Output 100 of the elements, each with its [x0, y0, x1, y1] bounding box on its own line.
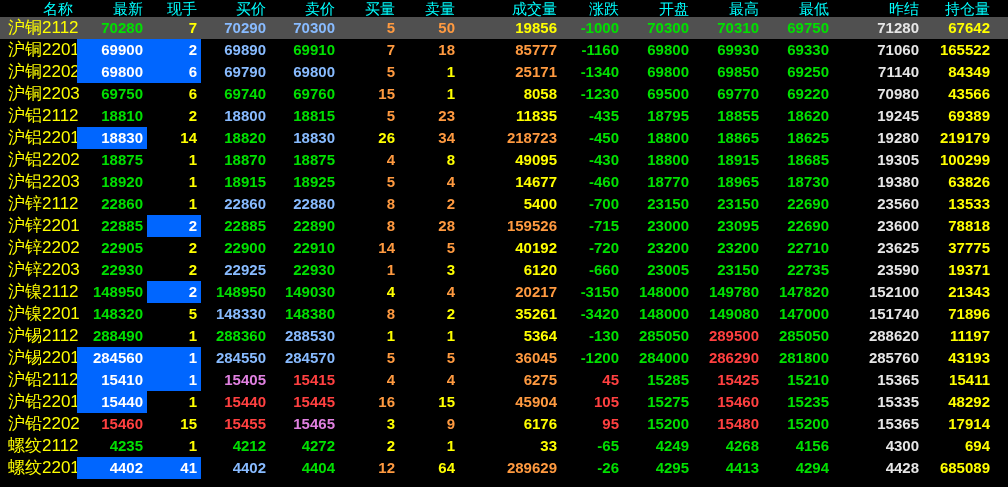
table-cell-text: 1	[187, 172, 198, 192]
column-header[interactable]: 最高	[693, 0, 763, 17]
table-cell-text: 4	[385, 150, 396, 170]
table-cell-text: 15460	[100, 414, 144, 434]
table-cell-text: 15335	[876, 392, 920, 412]
table-cell-text: 69910	[292, 40, 336, 60]
table-cell-text: 22890	[292, 216, 336, 236]
table-cell-text: 70290	[223, 18, 267, 38]
table-cell-text: 5	[385, 172, 396, 192]
table-cell-text: 5	[445, 238, 456, 258]
table-cell-text: 15365	[876, 414, 920, 434]
table-cell-text: 5	[187, 304, 198, 324]
table-cell: 15410	[77, 369, 147, 391]
table-cell-text: -450	[587, 128, 620, 148]
table-cell-text: 4300	[884, 436, 920, 456]
table-cell: 15440	[77, 391, 147, 413]
table-cell-text: 281800	[777, 348, 830, 368]
table-cell-text: 18830	[292, 128, 336, 148]
table-cell: 2	[147, 39, 201, 61]
column-header[interactable]: 卖量	[399, 0, 459, 17]
table-cell-text: 36045	[514, 348, 558, 368]
table-cell-text: 5364	[522, 326, 558, 346]
column-header[interactable]: 涨跌	[561, 0, 623, 17]
column-header[interactable]: 名称	[0, 0, 77, 17]
table-cell-text: 22930	[100, 260, 144, 280]
table-cell-text: 4235	[108, 436, 144, 456]
column-header[interactable]: 买价	[201, 0, 270, 17]
table-cell-text: 5	[385, 62, 396, 82]
table-cell-text: 5400	[522, 194, 558, 214]
contract-name: 沪铝2201	[7, 127, 77, 149]
table-cell-text: -130	[587, 326, 620, 346]
table-cell-text: 148950	[214, 282, 267, 302]
table-cell-text: 22690	[786, 194, 830, 214]
table-row[interactable]: 沪铜2112 70280 7 70290 70300 5 50 19856 -1000 70300 70310 69750 71280 67642	[0, 17, 1008, 39]
table-cell-text: 69850	[716, 62, 760, 82]
table-cell-text: 4	[445, 282, 456, 302]
table-cell-text: 18810	[100, 106, 144, 126]
table-cell-text: 685089	[938, 458, 991, 478]
contract-name: 沪铝2202	[7, 149, 77, 171]
table-cell-text: 23005	[646, 260, 690, 280]
table-cell-text: 71896	[947, 304, 991, 324]
table-cell-text: 23625	[876, 238, 920, 258]
table-cell-text: 70300	[646, 18, 690, 38]
contract-name: 沪镍2201	[7, 303, 77, 325]
table-cell-text: 95	[601, 414, 620, 434]
table-cell-text: 149080	[707, 304, 760, 324]
table-cell-text: 284000	[637, 348, 690, 368]
table-cell-text: 284550	[214, 348, 267, 368]
table-cell-text: 69770	[716, 84, 760, 104]
table-cell-text: 22880	[292, 194, 336, 214]
table-cell-text: 13533	[947, 194, 991, 214]
column-header[interactable]: 卖价	[270, 0, 339, 17]
table-cell-text: 15415	[292, 370, 336, 390]
column-header[interactable]: 买量	[339, 0, 399, 17]
table-cell-text: 15445	[292, 392, 336, 412]
table-cell-text: 23600	[876, 216, 920, 236]
table-cell-text: 43566	[947, 84, 991, 104]
table-cell-text: 2	[187, 238, 198, 258]
table-cell-text: 71060	[876, 40, 920, 60]
table-cell-text: 67642	[947, 18, 991, 38]
table-cell-text: 21343	[947, 282, 991, 302]
table-cell-text: 23200	[646, 238, 690, 258]
table-cell-text: 15	[377, 84, 396, 104]
contract-name: 螺纹2112	[7, 435, 77, 457]
table-cell-text: 2	[445, 304, 456, 324]
column-header[interactable]: 最低	[763, 0, 833, 17]
table-cell-text: 4212	[231, 436, 267, 456]
table-cell-text: 18	[437, 40, 456, 60]
table-cell-text: 23	[437, 106, 456, 126]
table-cell-text: 18800	[223, 106, 267, 126]
column-header[interactable]: 成交量	[459, 0, 561, 17]
table-cell-text: 105	[592, 392, 620, 412]
table-cell-text: 23000	[646, 216, 690, 236]
column-header[interactable]: 现手	[147, 0, 201, 17]
column-header[interactable]: 最新	[77, 0, 147, 17]
contract-name: 沪铅2201	[7, 391, 77, 413]
table-cell-text: 4294	[794, 458, 830, 478]
table-cell-text: 18865	[716, 128, 760, 148]
contract-name: 沪镍2112	[7, 281, 77, 303]
table-cell-text: 18685	[786, 150, 830, 170]
table-cell-text: -3150	[579, 282, 620, 302]
table-cell-text: 148000	[637, 282, 690, 302]
table-cell-text: 284570	[283, 348, 336, 368]
table-cell-text: 45904	[514, 392, 558, 412]
table-cell-text: 35261	[514, 304, 558, 324]
table-cell-text: 14	[377, 238, 396, 258]
table-cell-text: 148000	[637, 304, 690, 324]
table-cell-text: 22930	[292, 260, 336, 280]
table-cell-text: 4295	[654, 458, 690, 478]
contract-name: 沪铝2203	[7, 171, 77, 193]
table-cell-text: 23095	[716, 216, 760, 236]
table-cell-text: 19305	[876, 150, 920, 170]
table-cell-text: 15425	[716, 370, 760, 390]
column-header[interactable]: 昨结	[833, 0, 923, 17]
column-header[interactable]: 开盘	[623, 0, 693, 17]
table-cell-text: 2	[385, 436, 396, 456]
table-cell-text: 18915	[716, 150, 760, 170]
column-header[interactable]: 持仓量	[923, 0, 994, 17]
table-cell-text: 22925	[223, 260, 267, 280]
table-cell-text: 6	[187, 84, 198, 104]
